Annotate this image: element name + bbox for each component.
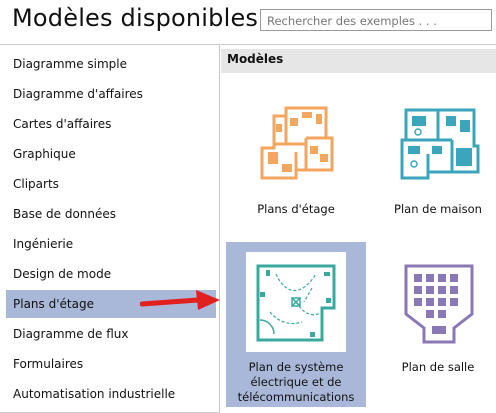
template-label: Plan de salle xyxy=(401,360,475,374)
section-header: Modèles xyxy=(221,49,496,73)
sidebar-item-design-de-mode[interactable]: Design de mode xyxy=(6,260,216,288)
red-arrow-annotation xyxy=(140,290,220,310)
electrical-plan-icon xyxy=(246,252,346,352)
sidebar-item-base-de-donnees[interactable]: Base de données xyxy=(6,200,216,228)
sidebar-item-diagramme-simple[interactable]: Diagramme simple xyxy=(6,50,216,78)
template-label-line-1: Plan de système xyxy=(248,360,344,374)
sidebar-item-ingenierie[interactable]: Ingénierie xyxy=(6,230,216,258)
template-tile-plans-etage[interactable]: Plans d'étage xyxy=(226,80,366,245)
house-plan-icon xyxy=(388,90,488,190)
templates-panel: Modèles Plans d'étage Plan de maison Pla… xyxy=(221,44,496,413)
template-label: Plans d'étage xyxy=(257,202,335,216)
seating-plan-icon xyxy=(388,252,488,352)
sidebar-item-automatisation-industrielle[interactable]: Automatisation industrielle xyxy=(6,380,216,408)
section-title: Modèles xyxy=(227,52,284,66)
template-tile-plan-de-maison[interactable]: Plan de maison xyxy=(368,80,496,245)
search-box[interactable] xyxy=(260,9,492,31)
sidebar-item-graphique[interactable]: Graphique xyxy=(6,140,216,168)
page-title: Modèles disponibles xyxy=(12,4,259,32)
sidebar-item-cartes-affaires[interactable]: Cartes d'affaires xyxy=(6,110,216,138)
template-label-line-2: électrique et de xyxy=(250,375,342,389)
template-label: Plan de maison xyxy=(394,202,482,216)
sidebar-item-diagramme-affaires[interactable]: Diagramme d'affaires xyxy=(6,80,216,108)
template-tile-plan-systeme-electrique[interactable]: Plan de système électrique et de télécom… xyxy=(226,242,366,407)
floor-plan-icon xyxy=(246,90,346,190)
category-sidebar: Diagramme simple Diagramme d'affaires Ca… xyxy=(0,44,220,413)
search-input[interactable] xyxy=(261,11,491,31)
sidebar-item-formulaires[interactable]: Formulaires xyxy=(6,350,216,378)
header: Modèles disponibles xyxy=(0,0,496,42)
template-label-line-3: télécommunications xyxy=(237,390,355,404)
template-tile-plan-de-salle[interactable]: Plan de salle xyxy=(368,242,496,407)
sidebar-item-cliparts[interactable]: Cliparts xyxy=(6,170,216,198)
sidebar-item-diagramme-de-flux[interactable]: Diagramme de flux xyxy=(6,320,216,348)
